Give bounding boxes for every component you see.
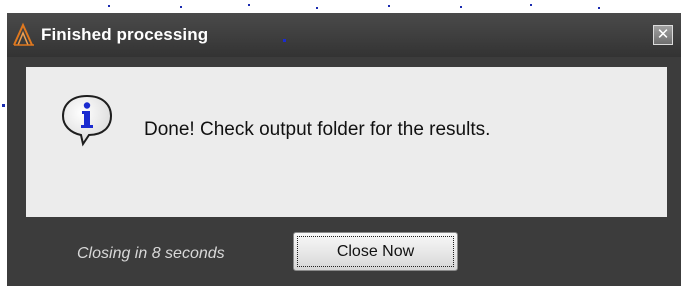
- finished-processing-dialog: Finished processing ✕ Done! Check output…: [7, 13, 681, 286]
- dialog-titlebar[interactable]: Finished processing ✕: [7, 13, 681, 57]
- message-panel: Done! Check output folder for the result…: [26, 67, 667, 217]
- auto-close-countdown: Closing in 8 seconds: [77, 245, 225, 262]
- close-now-button[interactable]: Close Now: [293, 232, 458, 271]
- completion-message: Done! Check output folder for the result…: [144, 119, 491, 140]
- info-icon: [59, 92, 115, 148]
- close-now-label: Close Now: [297, 236, 454, 267]
- close-icon[interactable]: ✕: [653, 25, 673, 45]
- title-dot-decoration: [283, 39, 286, 42]
- dialog-title: Finished processing: [41, 25, 209, 44]
- app-logo-icon: [11, 21, 39, 49]
